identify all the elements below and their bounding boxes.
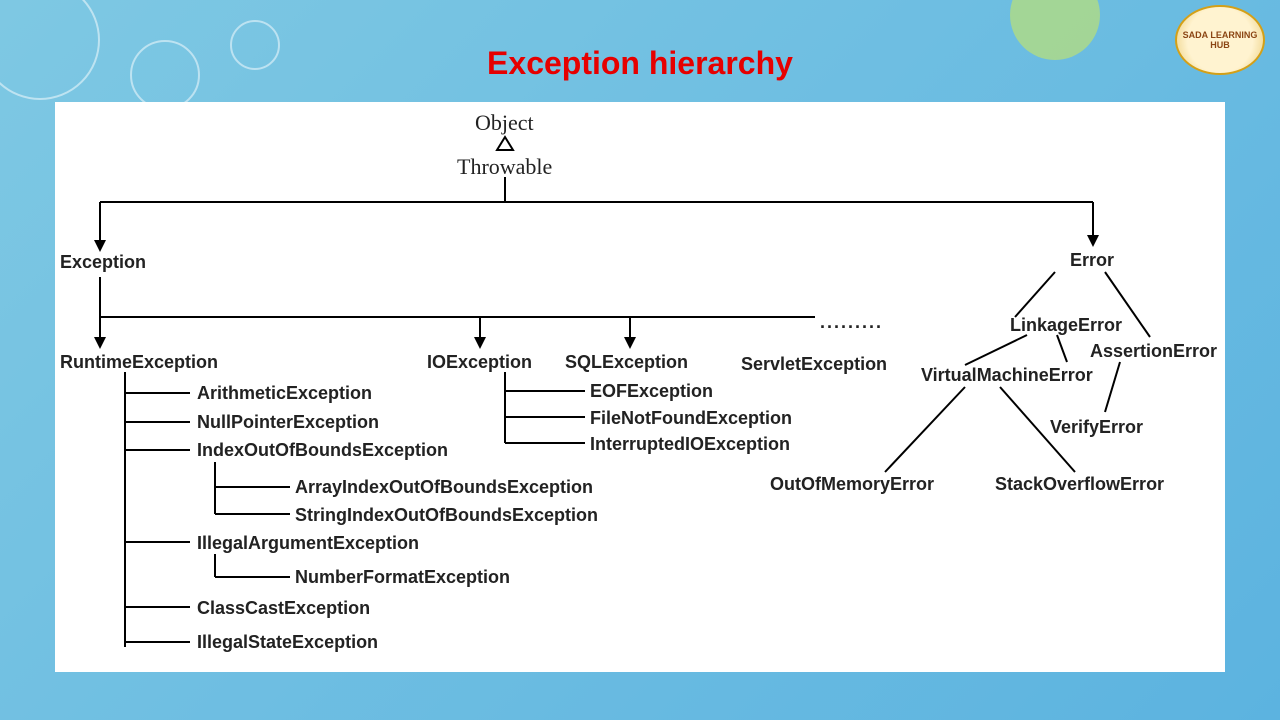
node-interrupted-io: InterruptedIOException bbox=[590, 434, 790, 455]
node-file-not-found: FileNotFoundException bbox=[590, 408, 792, 429]
node-error: Error bbox=[1070, 250, 1114, 271]
diagram-panel: Object Throwable Exception Error Runtime… bbox=[55, 102, 1225, 672]
node-sql-exception: SQLException bbox=[565, 352, 688, 373]
bubble-decoration bbox=[130, 40, 200, 110]
node-runtime-exception: RuntimeException bbox=[60, 352, 218, 373]
node-null-pointer: NullPointerException bbox=[197, 412, 379, 433]
logo-badge: SADA LEARNING HUB bbox=[1175, 5, 1265, 75]
node-linkage-error: LinkageError bbox=[1010, 315, 1122, 336]
node-string-index: StringIndexOutOfBoundsException bbox=[295, 505, 598, 526]
node-exception: Exception bbox=[60, 252, 146, 273]
node-out-of-memory: OutOfMemoryError bbox=[770, 474, 934, 495]
node-io-exception: IOException bbox=[427, 352, 532, 373]
node-servlet-exception: ServletException bbox=[741, 354, 887, 375]
node-throwable: Throwable bbox=[457, 154, 552, 180]
node-number-format: NumberFormatException bbox=[295, 567, 510, 588]
node-index-oob: IndexOutOfBoundsException bbox=[197, 440, 448, 461]
node-eof: EOFException bbox=[590, 381, 713, 402]
node-illegal-argument: IllegalArgumentException bbox=[197, 533, 419, 554]
node-verify-error: VerifyError bbox=[1050, 417, 1143, 438]
node-class-cast: ClassCastException bbox=[197, 598, 370, 619]
node-object: Object bbox=[475, 110, 534, 136]
node-arithmetic: ArithmeticException bbox=[197, 383, 372, 404]
node-illegal-state: IllegalStateException bbox=[197, 632, 378, 653]
node-array-index: ArrayIndexOutOfBoundsException bbox=[295, 477, 593, 498]
bubble-decoration bbox=[230, 20, 280, 70]
node-virtual-machine-error: VirtualMachineError bbox=[921, 365, 1093, 386]
node-stack-overflow: StackOverflowError bbox=[995, 474, 1164, 495]
node-assertion-error: AssertionError bbox=[1090, 341, 1217, 362]
continuation-dots: ......... bbox=[820, 312, 883, 333]
